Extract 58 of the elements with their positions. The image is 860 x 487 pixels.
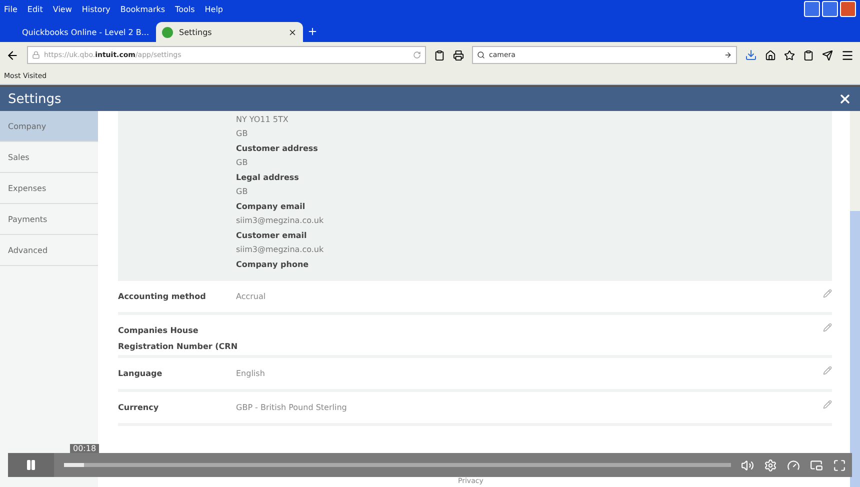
download-icon[interactable] <box>745 49 757 61</box>
close-icon[interactable] <box>838 92 852 106</box>
lock-icon <box>32 51 40 59</box>
browser-tab[interactable]: Quickbooks Online - Level 2 B... <box>10 22 152 42</box>
pause-icon <box>25 459 37 471</box>
restore-button[interactable] <box>822 1 838 17</box>
menu-item[interactable]: File <box>4 4 18 14</box>
field-value: GB <box>236 157 249 169</box>
menu-icon[interactable] <box>841 48 854 62</box>
field-label: Company phone <box>236 259 310 271</box>
favicon-icon <box>162 26 173 38</box>
home-icon[interactable] <box>765 50 776 60</box>
clipboard-icon[interactable] <box>803 50 814 60</box>
close-button[interactable] <box>840 1 856 17</box>
setting-value: GBP - British Pound Sterling <box>236 402 348 414</box>
field-label: Customer email <box>236 230 308 242</box>
minimize-button[interactable] <box>804 1 820 17</box>
star-icon[interactable] <box>784 50 795 60</box>
dialog-title: Settings <box>8 92 62 106</box>
back-icon[interactable] <box>6 48 19 62</box>
field-value: GB <box>236 186 249 198</box>
pip-icon[interactable] <box>810 458 823 472</box>
time-tooltip: 00:18 <box>70 444 100 453</box>
search-icon <box>477 51 485 59</box>
sidebar-item[interactable]: Company <box>0 111 98 142</box>
field-label: Legal address <box>236 172 300 184</box>
menu-item[interactable]: Edit <box>27 4 43 14</box>
setting-label: Language <box>118 368 164 380</box>
setting-label: Companies House Registration Number (CRN <box>118 325 238 353</box>
menu-item[interactable]: History <box>82 4 110 14</box>
close-icon[interactable] <box>288 28 297 36</box>
field-label: Company email <box>236 201 306 213</box>
settings-icon[interactable] <box>764 458 777 472</box>
setting-label: Currency <box>118 402 160 414</box>
setting-value: Accrual <box>236 291 267 303</box>
speed-icon[interactable] <box>787 458 800 472</box>
progress-track[interactable] <box>64 463 731 467</box>
setting-label: Accounting method <box>118 291 207 303</box>
browser-tab[interactable]: Settings <box>156 22 303 42</box>
menu-item[interactable]: Tools <box>175 4 195 14</box>
field-value: siim3@megzina.co.uk <box>236 244 325 256</box>
menu-item[interactable]: View <box>52 4 72 14</box>
new-tab-icon[interactable] <box>307 26 318 37</box>
scroll-thumb[interactable] <box>850 211 860 487</box>
go-icon[interactable] <box>724 51 732 59</box>
reload-icon[interactable] <box>413 51 421 59</box>
volume-icon[interactable] <box>741 458 754 472</box>
menu-item[interactable]: Help <box>204 4 224 14</box>
field-label: Customer address <box>236 143 319 155</box>
send-icon[interactable] <box>822 50 833 60</box>
field-value: siim3@megzina.co.uk <box>236 215 325 227</box>
setting-value: English <box>236 368 266 380</box>
field-value: GB <box>236 128 249 140</box>
print-icon[interactable] <box>453 50 464 60</box>
pause-button[interactable] <box>8 453 54 477</box>
menu-item[interactable]: Bookmarks <box>120 4 166 14</box>
field-value: NY YO11 5TX <box>236 114 290 126</box>
fullscreen-icon[interactable] <box>833 458 846 472</box>
